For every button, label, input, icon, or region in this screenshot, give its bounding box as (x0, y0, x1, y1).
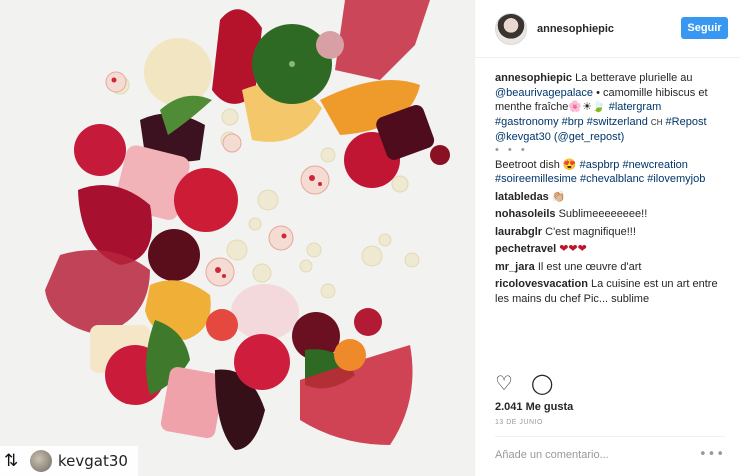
post-photo[interactable]: ⇅ kevgat30 (0, 0, 474, 476)
comments-list: annesophiepic La betterave plurielle au … (495, 71, 725, 309)
comment-username[interactable]: latabledas (495, 191, 549, 203)
comment-item: latabledas 👏🏼 (495, 190, 725, 205)
comment-text: Il est une œuvre d'art (537, 260, 642, 273)
caption-username[interactable]: annesophiepic (495, 72, 572, 84)
add-comment-box: ••• (495, 436, 725, 476)
comment-item: laurabglr C'est magnifique!!! (495, 225, 725, 240)
caption-text-3: CH (650, 117, 663, 127)
dish-illustration (0, 0, 474, 476)
repost-icon: ⇅ (4, 451, 19, 471)
comment-input[interactable] (495, 449, 695, 461)
comment-text: ❤❤❤ (559, 243, 587, 255)
caption-line-4: Beetroot dish 😍 (495, 158, 577, 171)
follow-button[interactable]: Seguir (681, 17, 728, 39)
caption-continued: Beetroot dish 😍 #aspbrp #newcreation #so… (495, 158, 725, 187)
comment-text: C'est magnifique!!! (545, 225, 636, 238)
author-username[interactable]: annesophiepic (537, 23, 614, 35)
comment-text: Sublimeeeeeeee!! (558, 208, 648, 220)
post-date: 13 DE JUNIO (495, 419, 543, 426)
comment-username[interactable]: laurabglr (495, 226, 542, 238)
caption-dots: • • • (495, 143, 528, 156)
comment-text: 👏🏼 (551, 190, 566, 203)
heart-outline-icon[interactable]: ♡ (495, 372, 517, 394)
comment-username[interactable]: nohasoleils (495, 208, 556, 220)
post-side-panel: annesophiepic Seguir annesophiepic La be… (474, 0, 740, 476)
comment-item: pechetravel ❤❤❤ (495, 242, 725, 257)
comment-username[interactable]: ricolovesvacation (495, 278, 588, 290)
repost-avatar (30, 450, 52, 472)
repost-badge: ⇅ kevgat30 (0, 446, 138, 476)
author-avatar[interactable] (495, 12, 527, 45)
repost-username: kevgat30 (58, 452, 128, 470)
more-options-icon[interactable]: ••• (699, 447, 725, 462)
comment-username[interactable]: pechetravel (495, 243, 556, 255)
caption: annesophiepic La betterave plurielle au … (495, 71, 725, 145)
speech-bubble-icon[interactable]: ◯ (531, 372, 553, 394)
likes-count[interactable]: 2.041 Me gusta (495, 401, 573, 413)
post-actions: ♡ ◯ (495, 372, 553, 394)
comment-username[interactable]: mr_jara (495, 261, 535, 273)
caption-mention[interactable]: @beaurivagepalace (495, 87, 593, 99)
post-header: annesophiepic Seguir (475, 0, 740, 58)
comment-item: nohasoleils Sublimeeeeeeee!! (495, 207, 725, 222)
caption-text-1: La betterave plurielle au (575, 72, 693, 84)
comment-item: ricolovesvacation La cuisine est un art … (495, 277, 725, 306)
comment-item: mr_jara Il est une œuvre d'art (495, 260, 725, 275)
